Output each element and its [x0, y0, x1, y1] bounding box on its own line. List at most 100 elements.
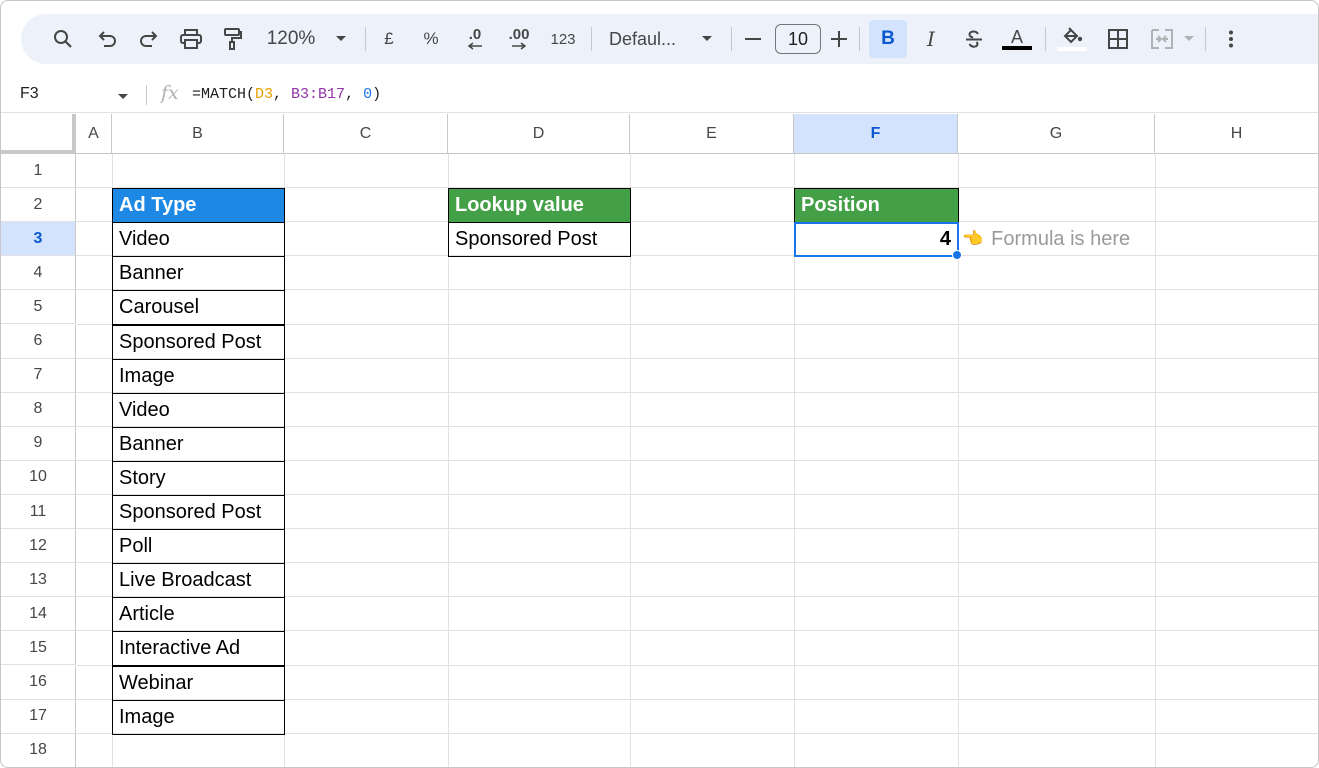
- formula-arg-range: B3:B17: [291, 86, 346, 103]
- row-header-11[interactable]: 11: [1, 495, 76, 529]
- toolbar-separator: [1045, 27, 1046, 51]
- row-header-4[interactable]: 4: [1, 256, 76, 291]
- toolbar-separator: [591, 27, 592, 51]
- row-header-13[interactable]: 13: [1, 563, 76, 598]
- search-icon[interactable]: [49, 14, 77, 64]
- row-header-17[interactable]: 17: [1, 699, 76, 734]
- row-header-8[interactable]: 8: [1, 392, 76, 427]
- bold-button[interactable]: B: [869, 20, 907, 58]
- ad-type-header-cell[interactable]: Ad Type: [112, 188, 285, 224]
- formula-input[interactable]: =MATCH(D3, B3:B17, 0): [192, 86, 381, 103]
- undo-icon[interactable]: [93, 14, 121, 64]
- spreadsheet-window: 120% £ % .0 .00 123 Defaul... 10 B I A F…: [0, 0, 1319, 768]
- arrow-left-icon: [467, 42, 482, 50]
- row-header-18[interactable]: 18: [1, 733, 76, 767]
- formula-arg-match-type: 0: [363, 86, 373, 103]
- row-header-7[interactable]: 7: [1, 358, 76, 393]
- text-color-label: A: [1010, 27, 1023, 47]
- strikethrough-icon[interactable]: [961, 14, 987, 64]
- merge-dropdown-icon[interactable]: [1181, 14, 1197, 64]
- formula-separator: ,: [345, 86, 364, 103]
- row-header-15[interactable]: 15: [1, 631, 76, 666]
- annotation-note: 👈 Formula is here: [962, 222, 1130, 256]
- redo-icon[interactable]: [135, 14, 163, 64]
- number-format-button[interactable]: 123: [547, 14, 579, 64]
- column-header-f[interactable]: F: [794, 114, 958, 154]
- ad-type-cell[interactable]: Sponsored Post: [112, 324, 285, 360]
- formula-prefix: =MATCH(: [192, 86, 256, 103]
- fill-color-icon[interactable]: [1055, 14, 1089, 64]
- position-value-cell[interactable]: 4: [794, 222, 959, 258]
- increase-decimal-button[interactable]: .00: [503, 14, 535, 64]
- column-header-h[interactable]: H: [1155, 114, 1318, 154]
- arrow-right-icon: [512, 42, 527, 50]
- ad-type-cell[interactable]: Banner: [112, 256, 285, 292]
- italic-button[interactable]: I: [919, 14, 943, 64]
- column-header-d[interactable]: D: [448, 114, 630, 154]
- currency-format-button[interactable]: £: [377, 14, 401, 64]
- formula-suffix: ): [372, 86, 382, 103]
- name-box[interactable]: F3: [20, 85, 39, 103]
- borders-icon[interactable]: [1105, 14, 1131, 64]
- decrease-decimal-label: .0: [468, 26, 482, 43]
- font-select[interactable]: Defaul...: [609, 14, 689, 64]
- row-header-3[interactable]: 3: [1, 222, 76, 257]
- annotation-text: Formula is here: [991, 227, 1131, 250]
- column-header-b[interactable]: B: [112, 114, 284, 154]
- zoom-select[interactable]: 120%: [261, 14, 321, 64]
- name-box-dropdown-icon[interactable]: [117, 88, 129, 106]
- lookup-header-cell[interactable]: Lookup value: [448, 188, 631, 224]
- paint-format-icon[interactable]: [219, 14, 247, 64]
- ad-type-cell[interactable]: Poll: [112, 529, 285, 565]
- print-icon[interactable]: [177, 14, 205, 64]
- increase-decimal-label: .00: [508, 26, 530, 43]
- ad-type-cell[interactable]: Image: [112, 358, 285, 394]
- formula-bar: F3 fx =MATCH(D3, B3:B17, 0): [1, 77, 1318, 113]
- ad-type-cell[interactable]: Carousel: [112, 290, 285, 326]
- ad-type-cell[interactable]: Sponsored Post: [112, 495, 285, 531]
- column-header-g[interactable]: G: [958, 114, 1155, 154]
- pointing-hand-icon: 👈: [962, 229, 984, 249]
- ad-type-cell[interactable]: Banner: [112, 426, 285, 462]
- text-color-button[interactable]: A: [1001, 14, 1033, 64]
- decrease-font-size-icon[interactable]: [743, 14, 763, 64]
- row-header-6[interactable]: 6: [1, 324, 76, 359]
- fill-handle[interactable]: [952, 250, 962, 261]
- row-header-1[interactable]: 1: [1, 154, 76, 188]
- font-size-input[interactable]: 10: [775, 24, 821, 54]
- row-header-2[interactable]: 2: [1, 188, 76, 223]
- row-header-10[interactable]: 10: [1, 460, 76, 495]
- ad-type-cell[interactable]: Video: [112, 222, 285, 258]
- ad-type-cell[interactable]: Interactive Ad: [112, 631, 285, 667]
- increase-font-size-icon[interactable]: [829, 14, 849, 64]
- ad-type-cell[interactable]: Story: [112, 460, 285, 496]
- select-all-corner[interactable]: [1, 114, 76, 154]
- column-header-c[interactable]: C: [284, 114, 448, 154]
- column-header-e[interactable]: E: [630, 114, 794, 154]
- row-header-16[interactable]: 16: [1, 665, 76, 700]
- font-dropdown-icon[interactable]: [697, 14, 717, 64]
- ad-type-cell[interactable]: Video: [112, 392, 285, 428]
- percent-format-button[interactable]: %: [419, 14, 443, 64]
- row-header-5[interactable]: 5: [1, 290, 76, 325]
- more-options-icon[interactable]: [1219, 14, 1243, 64]
- ad-type-cell[interactable]: Image: [112, 699, 285, 735]
- sheet-grid[interactable]: A B C D E F G H 1 2 3 4 5 6 7 8 9 10 11 12 13 14 15 16 17 18 Ad Ty…: [1, 114, 1318, 767]
- fx-icon: fx: [161, 82, 179, 104]
- lookup-value-cell[interactable]: Sponsored Post: [448, 222, 631, 258]
- formula-separator: ,: [273, 86, 292, 103]
- ad-type-cell[interactable]: Webinar: [112, 665, 285, 701]
- zoom-dropdown-icon[interactable]: [331, 14, 351, 64]
- toolbar-separator: [859, 27, 860, 51]
- ad-type-cell[interactable]: Live Broadcast: [112, 563, 285, 599]
- grid-column-line: [1155, 154, 1156, 767]
- merge-cells-icon[interactable]: [1147, 14, 1177, 64]
- ad-type-cell[interactable]: Article: [112, 597, 285, 633]
- row-header-12[interactable]: 12: [1, 529, 76, 564]
- position-header-cell[interactable]: Position: [794, 188, 959, 224]
- row-header-14[interactable]: 14: [1, 597, 76, 632]
- decrease-decimal-button[interactable]: .0: [461, 14, 489, 64]
- column-header-a[interactable]: A: [76, 114, 112, 154]
- text-color-swatch: [1002, 46, 1032, 50]
- row-header-9[interactable]: 9: [1, 426, 76, 461]
